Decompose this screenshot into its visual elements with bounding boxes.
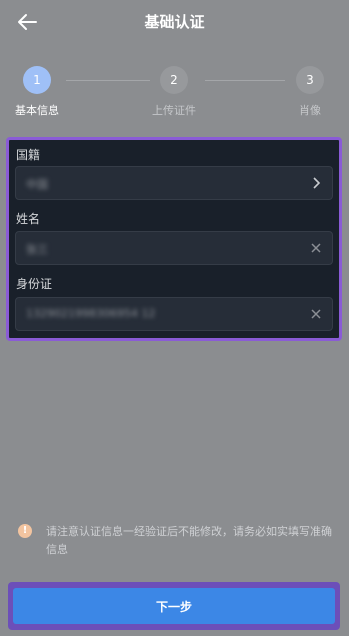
step-connector: [66, 80, 150, 81]
clear-id-card-icon[interactable]: [310, 308, 322, 320]
step-2-label: 上传证件: [152, 104, 196, 117]
id-card-value: 1329021998306954 12: [26, 307, 156, 320]
id-card-field[interactable]: 1329021998306954 12: [15, 297, 333, 331]
notice-text: 请注意认证信息一经验证后不能修改，请务必如实填写准确信息: [46, 525, 332, 556]
clear-name-icon[interactable]: [310, 242, 322, 254]
next-step-button[interactable]: 下一步: [13, 588, 335, 624]
id-card-label: 身份证: [16, 277, 53, 291]
name-label: 姓名: [16, 212, 41, 226]
step-2-number: 2: [160, 66, 188, 94]
nationality-value: 中国: [26, 178, 48, 191]
step-2: 2 上传证件: [139, 66, 209, 118]
step-3-number: 3: [296, 66, 324, 94]
progress-stepper: 1 基本信息 2 上传证件 3 肖像: [0, 66, 349, 118]
chevron-right-icon: [313, 177, 321, 189]
nationality-select[interactable]: 中国: [15, 166, 333, 200]
page-title: 基础认证: [144, 13, 205, 31]
warning-icon: !: [18, 524, 32, 538]
nationality-label: 国籍: [16, 148, 41, 162]
step-1: 1 基本信息: [2, 66, 72, 118]
name-field[interactable]: 张三: [15, 231, 333, 265]
next-button-wrapper: 下一步: [8, 582, 340, 630]
name-value: 张三: [26, 243, 48, 256]
step-1-label: 基本信息: [15, 104, 59, 117]
step-connector: [205, 80, 285, 81]
step-3-label: 肖像: [299, 104, 321, 117]
top-bar: 基础认证: [0, 0, 349, 44]
basic-info-form: 国籍 中国 姓名 张三 身份证 1329021998306954 12: [6, 137, 342, 341]
step-1-number: 1: [23, 66, 51, 94]
step-3: 3 肖像: [275, 66, 345, 118]
